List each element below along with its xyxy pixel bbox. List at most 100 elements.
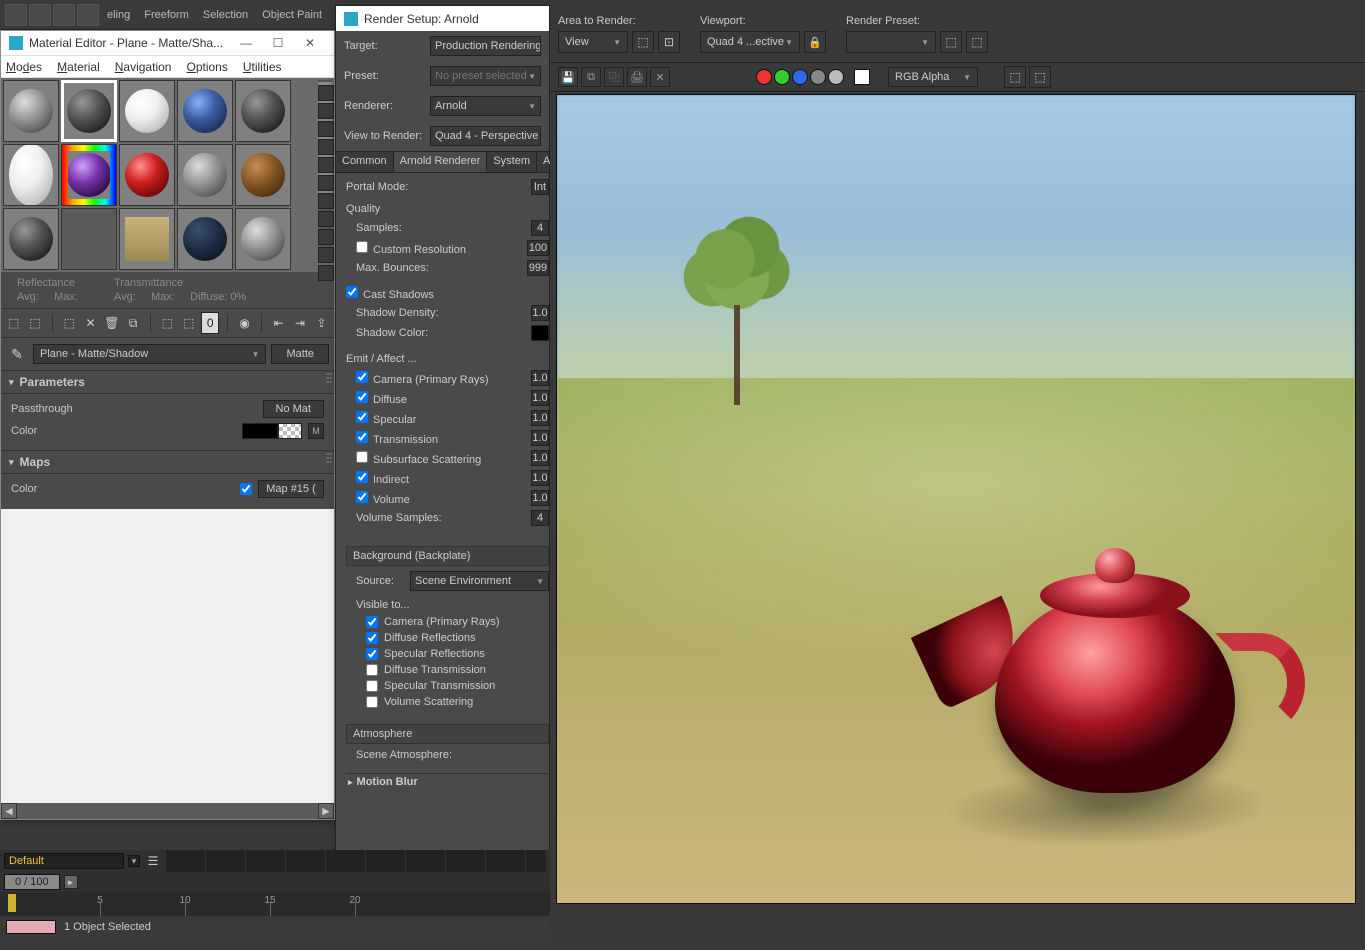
specular-value[interactable]: 1.0 (531, 410, 549, 426)
side-icon[interactable] (318, 85, 334, 101)
preset-icon-1[interactable]: ⬚ (940, 31, 962, 53)
map-slot-button[interactable]: M (308, 423, 324, 439)
material-swatch[interactable] (119, 208, 175, 270)
material-swatch[interactable] (235, 80, 291, 142)
material-swatch[interactable] (3, 144, 59, 206)
ribbon-icon[interactable] (29, 4, 51, 26)
playhead[interactable] (8, 894, 16, 912)
put-material-icon[interactable]: ⬚ (26, 312, 43, 334)
menu-options[interactable]: Options (186, 60, 227, 74)
camera-checkbox[interactable] (356, 371, 368, 383)
ribbon-label[interactable]: Freeform (144, 9, 189, 21)
tab-arnold-renderer[interactable]: Arnold Renderer (394, 152, 488, 172)
portal-mode-value[interactable]: Int (531, 179, 549, 195)
rollout-parameters[interactable]: Parameters (1, 371, 334, 394)
material-swatch[interactable] (177, 144, 233, 206)
shadow-density-value[interactable]: 1.0 (531, 305, 549, 321)
area-dropdown[interactable]: View (558, 31, 628, 53)
side-icon[interactable] (318, 157, 334, 173)
track-dropdown-icon[interactable]: ▾ (128, 855, 140, 867)
no-mat-button[interactable]: No Mat (263, 400, 324, 418)
render-setup-titlebar[interactable]: Render Setup: Arnold (336, 6, 549, 31)
viewport-dropdown[interactable]: Quad 4 ...ective (700, 31, 800, 53)
side-icon[interactable] (318, 247, 334, 263)
side-icon[interactable] (318, 211, 334, 227)
copy-image-icon[interactable]: ⧉ (581, 67, 601, 87)
zero-icon[interactable]: 0 (201, 312, 219, 334)
eyedropper-icon[interactable]: ✎ (6, 343, 28, 365)
side-icon[interactable] (318, 265, 334, 281)
ribbon-icon[interactable] (77, 4, 99, 26)
mono-channel-toggle[interactable] (828, 69, 844, 85)
track-name[interactable]: Default (4, 853, 124, 869)
show-map-icon[interactable]: ◉ (236, 312, 253, 334)
go-parent-icon[interactable]: ⇪ (313, 312, 330, 334)
menu-modes[interactable]: Modes (6, 60, 42, 74)
side-icon[interactable] (318, 193, 334, 209)
crop-icon[interactable]: ⊡ (658, 31, 680, 53)
target-dropdown[interactable]: Production Rendering Mo (430, 36, 541, 56)
material-swatch[interactable] (119, 80, 175, 142)
alpha-channel-toggle[interactable] (810, 69, 826, 85)
assign-material-icon[interactable]: ⬚ (60, 312, 77, 334)
clone-image-icon[interactable]: ⿻ (604, 67, 624, 87)
indirect-checkbox[interactable] (356, 471, 368, 483)
time-slider[interactable]: 5 10 15 20 (0, 892, 550, 916)
render-preset-dropdown[interactable] (846, 31, 936, 53)
volume-samples-value[interactable]: 4 (531, 510, 549, 526)
side-icon[interactable] (318, 139, 334, 155)
transmission-checkbox[interactable] (356, 431, 368, 443)
make-unique-icon[interactable]: ⬚ (159, 312, 176, 334)
channel-dropdown[interactable]: RGB Alpha (888, 67, 978, 87)
diffuse-checkbox[interactable] (356, 391, 368, 403)
blue-channel-toggle[interactable] (792, 69, 808, 85)
material-swatch[interactable] (119, 144, 175, 206)
overlay-icon[interactable]: ⬚ (1029, 66, 1051, 88)
material-swatch[interactable] (61, 144, 117, 206)
side-icon[interactable] (318, 229, 334, 245)
vis-specular-refl-checkbox[interactable] (366, 648, 378, 660)
make-copy-icon[interactable]: ⧉ (125, 312, 142, 334)
tab-common[interactable]: Common (336, 152, 394, 172)
delete-material-icon[interactable]: 🗑 (103, 312, 120, 334)
scroll-right-icon[interactable]: ► (318, 803, 334, 819)
transmission-value[interactable]: 1.0 (531, 430, 549, 446)
volume-checkbox[interactable] (356, 491, 368, 503)
view-dropdown[interactable]: Quad 4 - Perspective (430, 126, 541, 146)
shadow-color-swatch[interactable] (531, 325, 549, 341)
maximize-button[interactable]: ☐ (262, 32, 294, 54)
region-icon[interactable]: ⬚ (632, 31, 654, 53)
vis-specular-trans-checkbox[interactable] (366, 680, 378, 692)
map-slot-button[interactable]: Map #15 ( (258, 480, 324, 498)
track-ruler[interactable] (166, 850, 546, 872)
sss-checkbox[interactable] (356, 451, 368, 463)
material-type-button[interactable]: Matte (271, 344, 329, 364)
ribbon-icon[interactable] (5, 4, 27, 26)
side-icon[interactable] (318, 103, 334, 119)
menu-utilities[interactable]: Utilities (243, 60, 282, 74)
side-icon[interactable] (318, 121, 334, 137)
ribbon-icon[interactable] (53, 4, 75, 26)
ribbon-label[interactable]: Object Paint (262, 9, 322, 21)
vis-camera-checkbox[interactable] (366, 616, 378, 628)
material-swatch[interactable] (235, 144, 291, 206)
render-output-viewport[interactable] (556, 94, 1356, 904)
white-swatch[interactable] (854, 69, 870, 85)
sss-value[interactable]: 1.0 (531, 450, 549, 466)
toggle-ui-icon[interactable]: ⬚ (1004, 66, 1026, 88)
source-dropdown[interactable]: Scene Environment (410, 571, 549, 591)
vis-volume-scatter-checkbox[interactable] (366, 696, 378, 708)
material-swatch[interactable] (177, 208, 233, 270)
frame-next-icon[interactable]: ► (64, 875, 78, 889)
max-bounces-value[interactable]: 999 (527, 260, 549, 276)
vis-diffuse-refl-checkbox[interactable] (366, 632, 378, 644)
material-name-dropdown[interactable]: Plane - Matte/Shadow (33, 344, 266, 364)
volume-value[interactable]: 1.0 (531, 490, 549, 506)
preset-icon-2[interactable]: ⬚ (966, 31, 988, 53)
ribbon-label[interactable]: eling (107, 9, 130, 21)
camera-value[interactable]: 1.0 (531, 370, 549, 386)
print-icon[interactable]: 🖨 (627, 67, 647, 87)
specular-checkbox[interactable] (356, 411, 368, 423)
clear-icon[interactable]: ✕ (650, 67, 670, 87)
save-image-icon[interactable]: 💾 (558, 67, 578, 87)
